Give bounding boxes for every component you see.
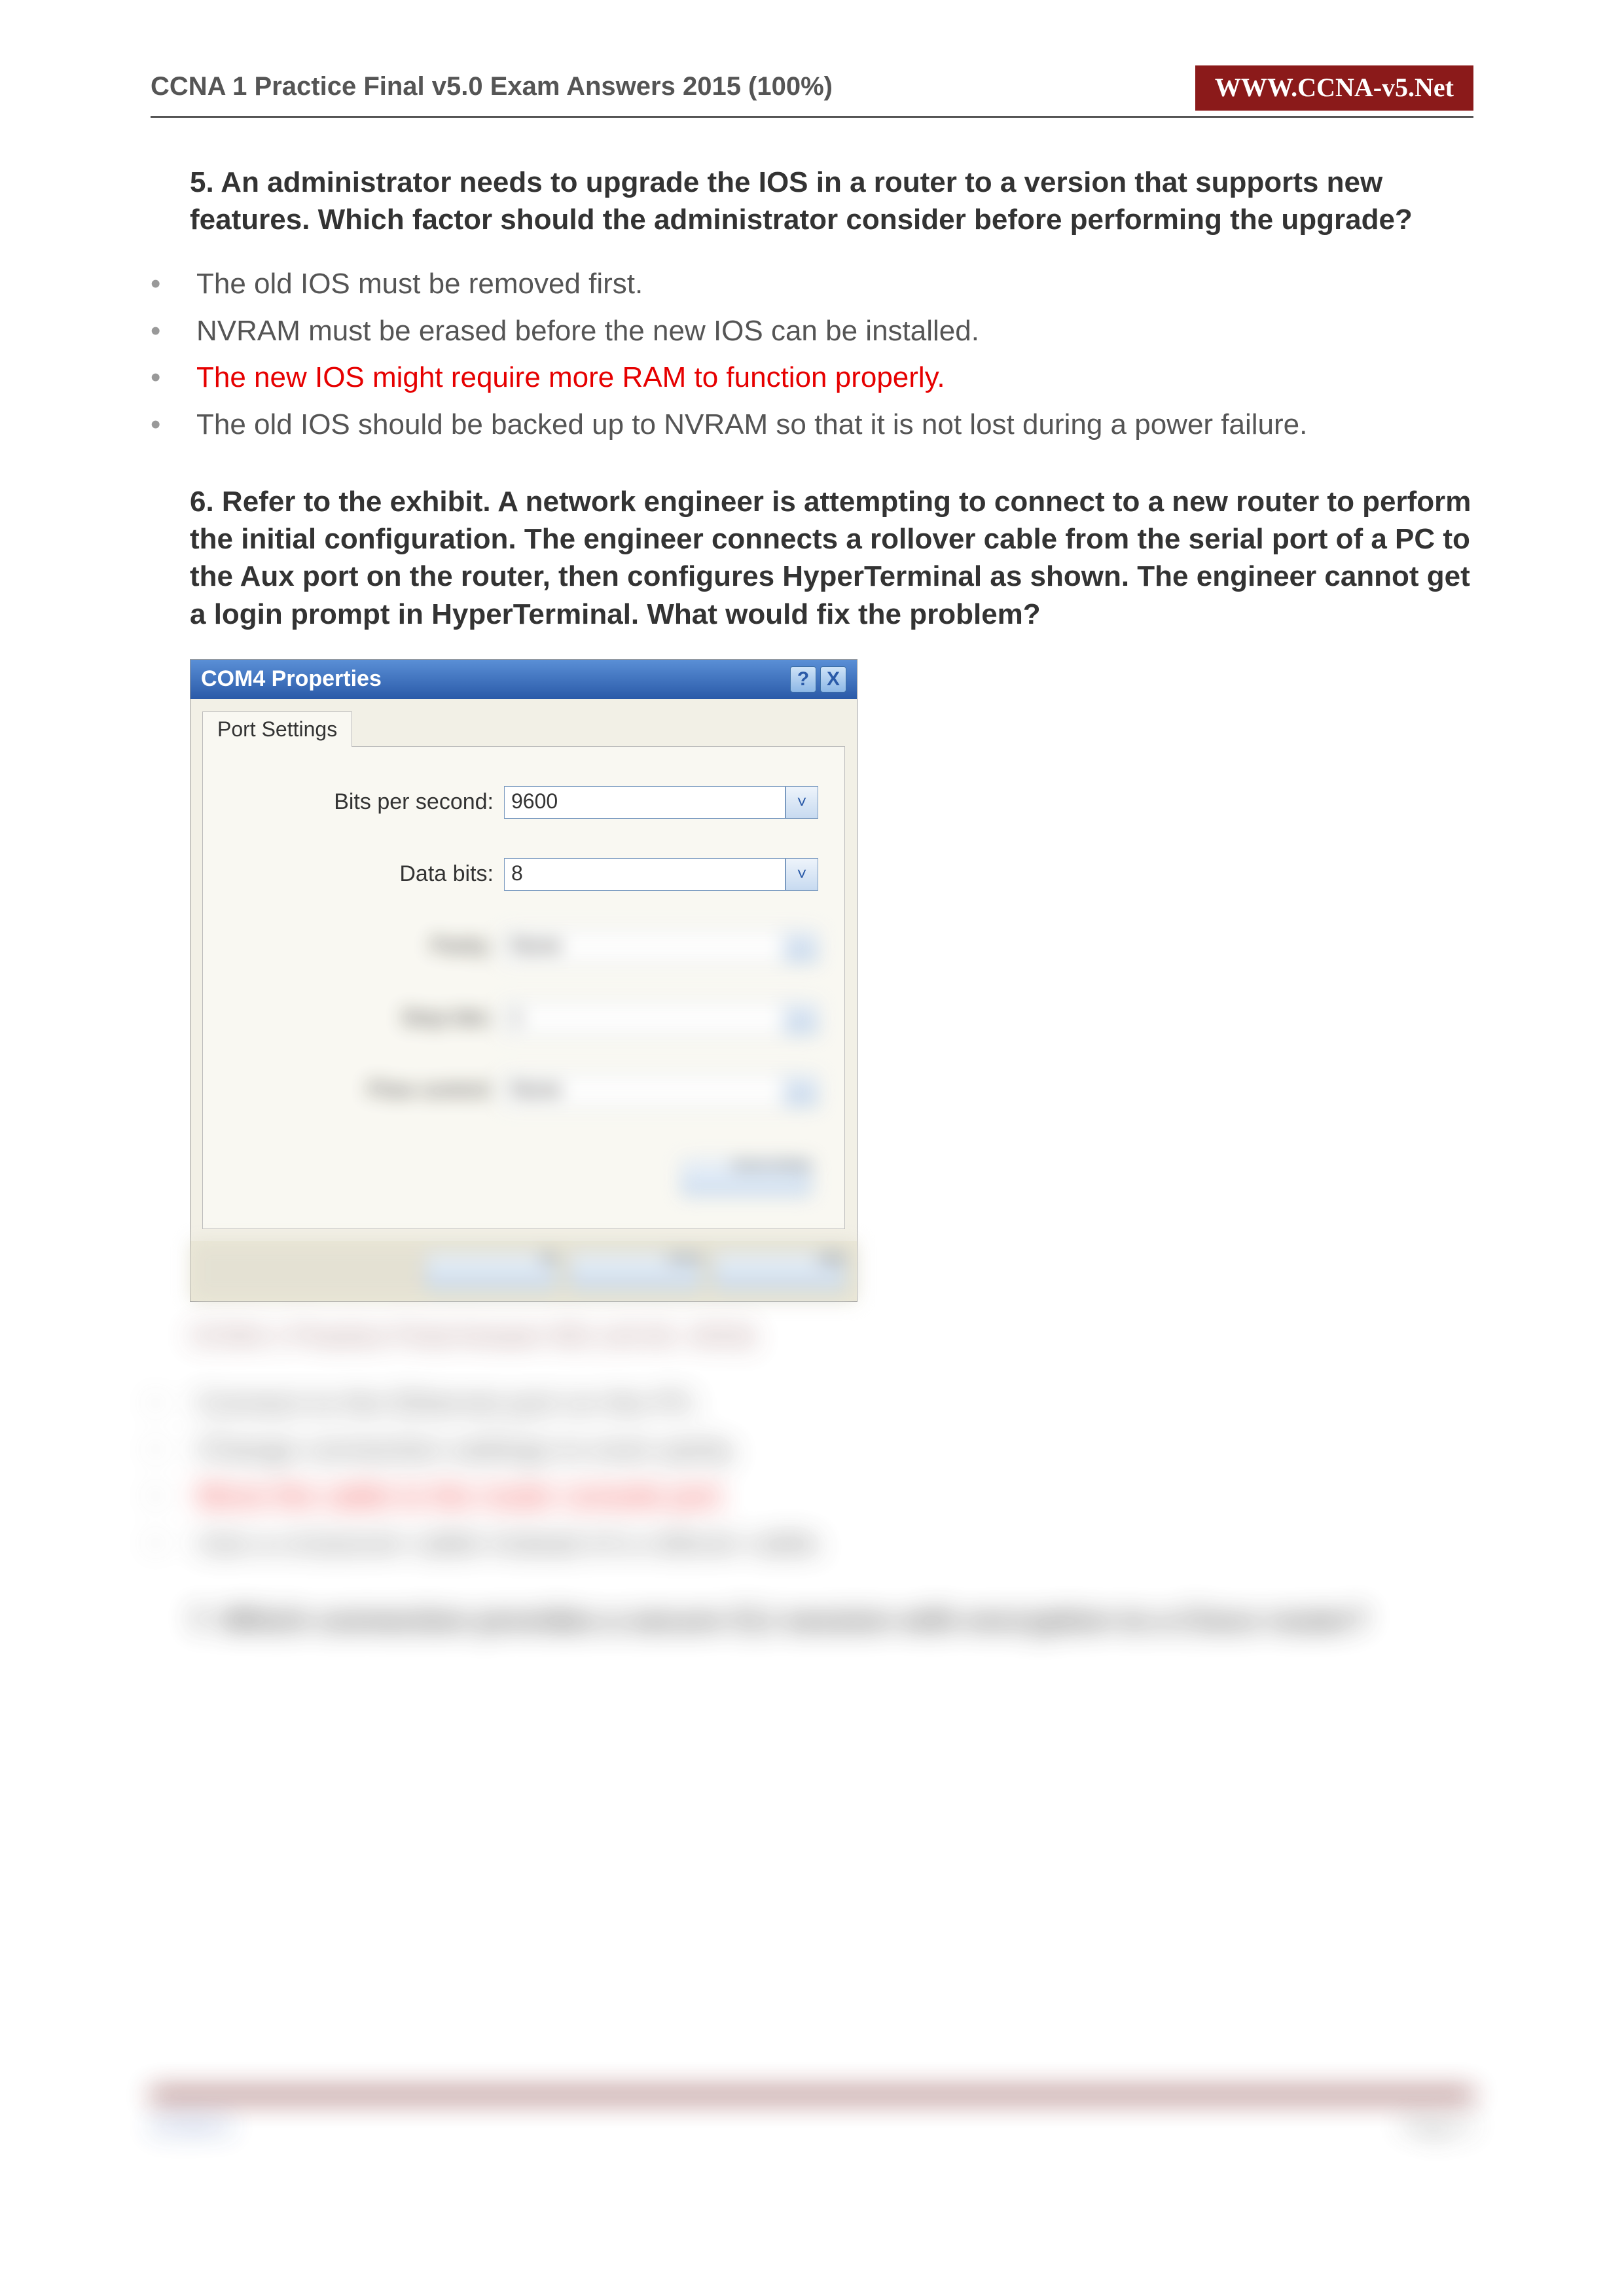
q6-answer-3: Use a crossover cable instead of a rollo… [151, 1524, 1473, 1562]
footer-left: CCNA 5 [151, 2113, 231, 2139]
bits-per-second-select[interactable]: 9600 [504, 786, 785, 819]
question-6-text: 6. Refer to the exhibit. A network engin… [190, 483, 1473, 633]
q5-answer-2: The new IOS might require more RAM to fu… [151, 358, 1473, 397]
restore-defaults-row: Restore Defaults [229, 1146, 818, 1202]
data-bits-label: Data bits: [229, 861, 504, 887]
q6-answer-1: Change connection settings to even parit… [151, 1430, 1473, 1469]
field-stop-bits: Stop bits: 1 ˅ [229, 1002, 818, 1035]
tab-port-settings[interactable]: Port Settings [202, 711, 352, 747]
port-settings-panel: Bits per second: 9600 ˅ Data bits: 8 ˅ P… [202, 746, 845, 1229]
field-bits-per-second: Bits per second: 9600 ˅ [229, 786, 818, 819]
close-icon[interactable]: X [820, 666, 846, 692]
field-data-bits: Data bits: 8 ˅ [229, 858, 818, 891]
chevron-down-icon[interactable]: ˅ [785, 1074, 818, 1107]
cancel-button[interactable]: Cancel [570, 1253, 701, 1289]
dialog-button-row: OK Cancel Apply [190, 1241, 857, 1301]
exhibit-caption: CCNA 1 Practice Final Answer 001 (v5.02,… [190, 1321, 1473, 1351]
question-7-text: 7. Which connection provides a secure CL… [190, 1602, 1473, 1639]
parity-select[interactable]: None [504, 930, 785, 963]
stop-bits-label: Stop bits: [229, 1005, 504, 1031]
q6-answer-0: Connect to the Ethernet port on the PC. [151, 1384, 1473, 1422]
footer-bar [151, 2090, 1473, 2100]
flow-control-label: Flow control: [229, 1077, 504, 1103]
q6-answer-2: Move the cable to the router console por… [151, 1477, 1473, 1515]
chevron-down-icon[interactable]: ˅ [785, 858, 818, 891]
data-bits-select[interactable]: 8 [504, 858, 785, 891]
dialog-title: COM4 Properties [201, 666, 382, 692]
parity-label: Parity: [229, 933, 504, 959]
header-title: CCNA 1 Practice Final v5.0 Exam Answers … [151, 65, 1195, 111]
field-parity: Parity: None ˅ [229, 930, 818, 963]
footer-right: Page 2 [1403, 2113, 1473, 2139]
q5-answer-0: The old IOS must be removed first. [151, 264, 1473, 303]
apply-button[interactable]: Apply [714, 1253, 845, 1289]
question-5-answers: The old IOS must be removed first. NVRAM… [151, 264, 1473, 444]
field-flow-control: Flow control: None ˅ [229, 1074, 818, 1107]
header-underline [151, 116, 1473, 118]
exhibit-dialog: COM4 Properties ? X Port Settings Bits p… [190, 659, 857, 1302]
chevron-down-icon[interactable]: ˅ [785, 1002, 818, 1035]
q5-answer-1: NVRAM must be erased before the new IOS … [151, 312, 1473, 350]
dialog-titlebar: COM4 Properties ? X [190, 660, 857, 699]
page-header: CCNA 1 Practice Final v5.0 Exam Answers … [151, 65, 1473, 111]
flow-control-select[interactable]: None [504, 1074, 785, 1107]
bits-per-second-label: Bits per second: [229, 789, 504, 815]
q5-answer-3: The old IOS should be backed up to NVRAM… [151, 405, 1473, 444]
chevron-down-icon[interactable]: ˅ [785, 786, 818, 819]
question-6-answers: Connect to the Ethernet port on the PC. … [151, 1384, 1473, 1563]
chevron-down-icon[interactable]: ˅ [785, 930, 818, 963]
header-site-link[interactable]: WWW.CCNA-v5.Net [1195, 65, 1473, 111]
ok-button[interactable]: OK [425, 1253, 556, 1289]
stop-bits-select[interactable]: 1 [504, 1002, 785, 1035]
restore-defaults-button[interactable]: Restore Defaults [681, 1159, 812, 1196]
question-5-text: 5. An administrator needs to upgrade the… [190, 164, 1473, 238]
help-icon[interactable]: ? [790, 666, 816, 692]
